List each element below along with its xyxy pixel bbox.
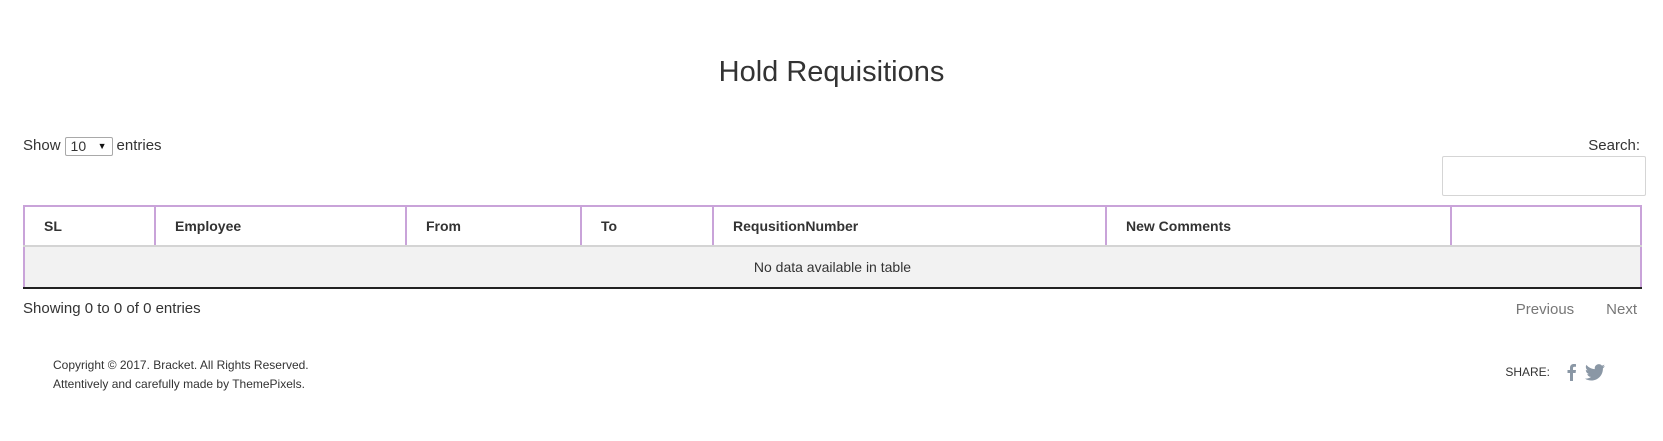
column-header-from[interactable]: From bbox=[405, 205, 582, 247]
show-label: Show bbox=[23, 137, 61, 154]
entries-label: entries bbox=[116, 137, 162, 154]
credit-text: Attentively and carefully made by ThemeP… bbox=[53, 377, 305, 391]
next-button[interactable]: Next bbox=[1606, 300, 1637, 320]
column-header-to[interactable]: To bbox=[580, 205, 714, 247]
pagination: Previous Next bbox=[1516, 300, 1637, 320]
page-title: Hold Requisitions bbox=[718, 56, 945, 88]
search-label: Search: bbox=[1588, 137, 1640, 154]
search-input[interactable] bbox=[1442, 156, 1646, 196]
length-control: Show 10 ▼ entries bbox=[23, 136, 162, 156]
facebook-icon[interactable] bbox=[1566, 363, 1577, 381]
empty-table-message: No data available in table bbox=[23, 246, 1642, 289]
requisitions-table: SL Employee From To RequsitionNumber New… bbox=[23, 205, 1642, 289]
copyright-text: Copyright © 2017. Bracket. All Rights Re… bbox=[53, 358, 309, 372]
entries-per-page-value: 10 bbox=[70, 138, 87, 154]
share-section: SHARE: bbox=[1505, 363, 1605, 381]
column-header-requisition-number[interactable]: RequsitionNumber bbox=[712, 205, 1107, 247]
table-row: No data available in table bbox=[23, 246, 1642, 289]
column-header-sl[interactable]: SL bbox=[23, 205, 156, 247]
column-header-new-comments[interactable]: New Comments bbox=[1105, 205, 1452, 247]
share-label: SHARE: bbox=[1505, 365, 1550, 379]
chevron-down-icon: ▼ bbox=[97, 141, 107, 151]
column-header-actions bbox=[1450, 205, 1642, 247]
table-header-row: SL Employee From To RequsitionNumber New… bbox=[23, 205, 1642, 247]
twitter-icon[interactable] bbox=[1585, 363, 1605, 381]
entries-per-page-select[interactable]: 10 ▼ bbox=[64, 136, 113, 156]
table-info: Showing 0 to 0 of 0 entries bbox=[23, 300, 201, 317]
footer-copyright: Copyright © 2017. Bracket. All Rights Re… bbox=[53, 356, 309, 394]
previous-button[interactable]: Previous bbox=[1516, 300, 1574, 320]
column-header-employee[interactable]: Employee bbox=[154, 205, 407, 247]
